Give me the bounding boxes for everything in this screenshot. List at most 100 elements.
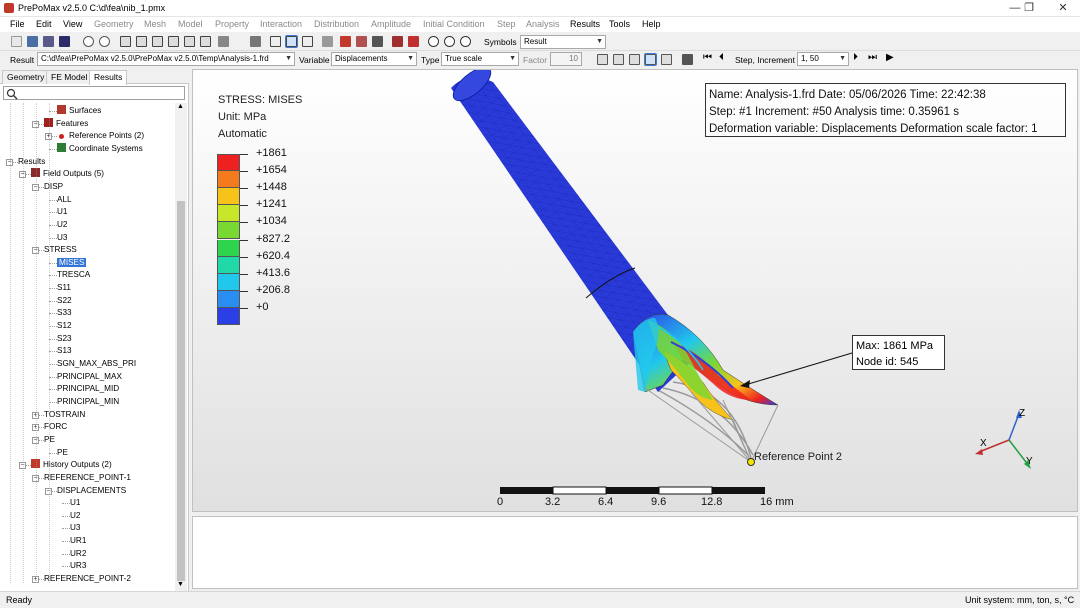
tree-item[interactable]: SGN_MAX_ABS_PRI: [57, 358, 136, 370]
new-file-icon[interactable]: [11, 36, 22, 47]
previous-increment-icon[interactable]: ⏴: [719, 52, 724, 63]
menu-help[interactable]: Help: [642, 19, 661, 29]
left-view-icon[interactable]: [184, 36, 195, 47]
tree-item[interactable]: S11: [57, 282, 71, 294]
tree-item[interactable]: S22: [57, 295, 72, 307]
tree-item[interactable]: PE: [57, 447, 68, 459]
step-increment-select[interactable]: 1, 50 ▼: [797, 52, 849, 66]
shaded-edges-view-icon[interactable]: [285, 35, 298, 48]
wireframe-view-icon[interactable]: [302, 36, 313, 47]
zoom-icon[interactable]: [83, 36, 94, 47]
first-increment-icon[interactable]: ⏮: [703, 52, 712, 63]
deformed-undeformed-icon[interactable]: [629, 54, 640, 65]
factor-input[interactable]: 10: [550, 52, 582, 66]
section-view-icon[interactable]: [322, 36, 333, 47]
menu-analysis[interactable]: Analysis: [526, 19, 560, 29]
shaded-view-icon[interactable]: [270, 36, 281, 47]
tree-item[interactable]: Surfaces: [57, 105, 101, 117]
tree-item[interactable]: U1: [70, 497, 80, 509]
tab-results[interactable]: Results: [89, 70, 128, 85]
tree-scrollbar[interactable]: ▲ ▼: [175, 103, 187, 591]
tree-item[interactable]: Coordinate Systems: [57, 142, 143, 155]
bottom-view-icon[interactable]: [168, 36, 179, 47]
query-icon[interactable]: [392, 36, 403, 47]
tree-item[interactable]: S12: [57, 320, 72, 332]
menu-edit[interactable]: Edit: [36, 19, 52, 29]
normal-view-icon[interactable]: [218, 36, 229, 47]
next-increment-icon[interactable]: ⏵: [853, 52, 858, 63]
tree-item[interactable]: TRESCA: [57, 269, 90, 281]
undeformed-icon[interactable]: [597, 54, 608, 65]
menu-mesh[interactable]: Mesh: [144, 19, 166, 29]
save-as-icon[interactable]: [43, 36, 54, 47]
menu-initial-condition[interactable]: Initial Condition: [423, 19, 485, 29]
tab-fe-model[interactable]: FE Model: [46, 70, 93, 84]
tree-item[interactable]: DISP: [44, 181, 63, 193]
menu-tools[interactable]: Tools: [609, 19, 630, 29]
tree-item[interactable]: Features: [44, 117, 88, 130]
tree-item[interactable]: MISES: [57, 257, 87, 269]
tree-item[interactable]: ALL: [57, 194, 72, 206]
menu-step[interactable]: Step: [497, 19, 516, 29]
results-view-icon[interactable]: [661, 54, 672, 65]
tree-item[interactable]: UR3: [70, 560, 86, 572]
back-view-icon[interactable]: [136, 36, 147, 47]
tab-geometry[interactable]: Geometry: [2, 70, 50, 84]
tree-item[interactable]: DISPLACEMENTS: [57, 485, 126, 497]
tree-item[interactable]: U2: [70, 510, 80, 522]
type-select[interactable]: True scale ▼: [441, 52, 519, 66]
play-icon[interactable]: ▶: [886, 52, 894, 63]
menu-interaction[interactable]: Interaction: [260, 19, 302, 29]
remove-annotations-icon[interactable]: [408, 36, 419, 47]
tree-item[interactable]: U3: [57, 232, 67, 244]
menu-results[interactable]: Results: [570, 19, 600, 29]
menu-property[interactable]: Property: [215, 19, 249, 29]
deformed-icon[interactable]: [613, 54, 624, 65]
menu-view[interactable]: View: [63, 19, 82, 29]
max-value-annotation[interactable]: Max: 1861 MPa Node id: 545: [852, 335, 945, 370]
right-view-icon[interactable]: [200, 36, 211, 47]
rotate-icon[interactable]: [372, 36, 383, 47]
tree-item[interactable]: Field Outputs (5): [31, 168, 104, 180]
scroll-down-icon[interactable]: ▼: [177, 581, 184, 588]
show-icon[interactable]: [428, 36, 439, 47]
tree-item[interactable]: REFERENCE_POINT-1: [44, 472, 131, 484]
show-only-icon[interactable]: [460, 36, 471, 47]
last-increment-icon[interactable]: ⏭: [868, 52, 877, 63]
front-view-icon[interactable]: [120, 36, 131, 47]
open-file-icon[interactable]: [27, 36, 38, 47]
tree-item[interactable]: U2: [57, 219, 67, 231]
transparency-icon[interactable]: [356, 36, 367, 47]
hide-icon[interactable]: [444, 36, 455, 47]
tree-item[interactable]: U1: [57, 206, 67, 218]
menu-amplitude[interactable]: Amplitude: [371, 19, 411, 29]
color-spectrum-icon[interactable]: [340, 36, 351, 47]
result-select[interactable]: C:\d\fea\PrePoMax v2.5.0\PrePoMax v2.5.0…: [37, 52, 295, 66]
tree-item[interactable]: REFERENCE_POINT-2: [44, 573, 131, 585]
tree-item[interactable]: UR1: [70, 535, 86, 547]
tree-scroll-thumb[interactable]: [177, 201, 185, 581]
tree-item[interactable]: UR2: [70, 548, 86, 560]
tree-item[interactable]: FORC: [44, 421, 67, 433]
tree-item[interactable]: PRINCIPAL_MID: [57, 383, 119, 395]
tree-item[interactable]: S23: [57, 333, 72, 345]
tree-item[interactable]: PRINCIPAL_MIN: [57, 396, 119, 408]
graphics-viewport[interactable]: STRESS: MISES Unit: MPa Automatic +1861 +…: [192, 69, 1078, 512]
close-button[interactable]: ✕: [1048, 0, 1078, 17]
tree-item[interactable]: U3: [70, 522, 80, 534]
scroll-up-icon[interactable]: ▲: [177, 103, 184, 110]
menu-file[interactable]: File: [10, 19, 25, 29]
save-icon[interactable]: [59, 36, 70, 47]
animation-icon[interactable]: [682, 54, 693, 65]
tree-item[interactable]: S33: [57, 307, 72, 319]
tree-item[interactable]: S13: [57, 345, 72, 357]
menu-distribution[interactable]: Distribution: [314, 19, 359, 29]
tree-item[interactable]: Reference Points (2): [57, 130, 144, 142]
menu-geometry[interactable]: Geometry: [94, 19, 134, 29]
deformed-color-icon[interactable]: [644, 53, 657, 66]
output-panel[interactable]: [192, 516, 1078, 589]
tree-search-input[interactable]: [3, 86, 185, 100]
maximize-button[interactable]: ❐: [1014, 0, 1044, 17]
tree-item[interactable]: History Outputs (2): [31, 459, 112, 471]
tree-item[interactable]: TOSTRAIN: [44, 409, 85, 421]
